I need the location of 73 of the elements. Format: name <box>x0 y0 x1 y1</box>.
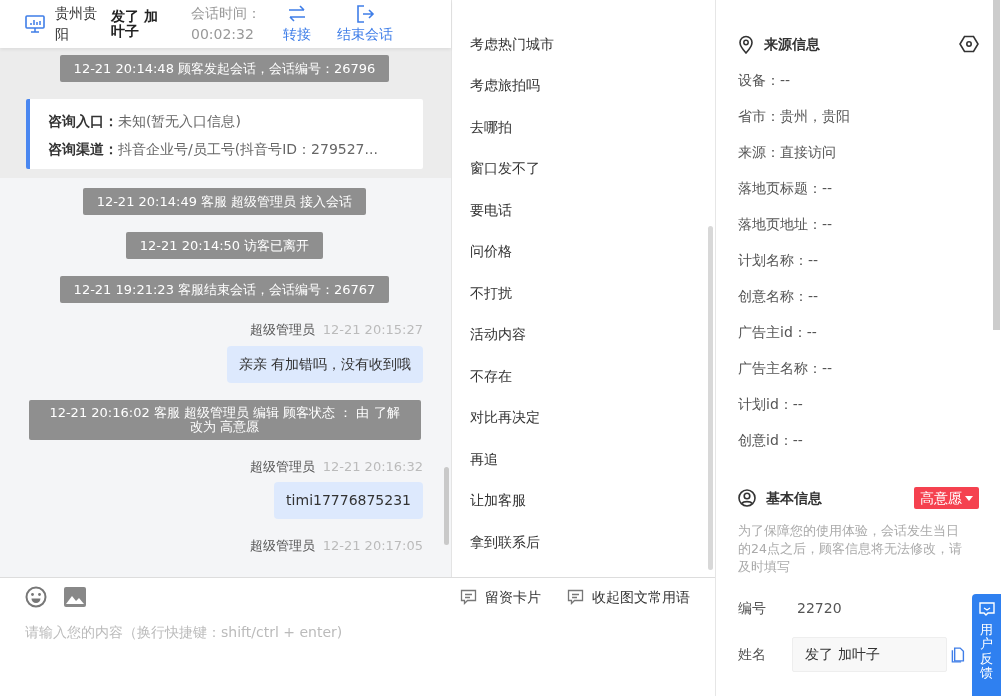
message-bubble: 亲亲 有加错吗，没有收到哦 <box>226 345 423 383</box>
sender-name: 超级管理员 <box>249 538 315 553</box>
customer-name: 发了 加叶子 <box>111 9 159 39</box>
info-field: 落地页标题：-- <box>738 170 965 206</box>
phrase-item[interactable]: 拿到联系后 <box>452 521 540 563</box>
chat-icon <box>978 602 995 617</box>
info-field: 广告主名称：-- <box>738 350 965 386</box>
scrollbar-thumb[interactable] <box>708 226 713 570</box>
info-field: 创意名称：-- <box>738 278 965 314</box>
phrase-item[interactable]: 问价格 <box>452 230 512 272</box>
field-value: 22720 <box>797 599 842 618</box>
transfer-button[interactable]: 转接 <box>283 4 311 44</box>
exit-icon <box>355 4 375 24</box>
phrase-item[interactable]: 去哪拍 <box>452 106 512 148</box>
image-icon[interactable] <box>64 587 86 607</box>
phrase-item[interactable]: 对比再决定 <box>452 396 540 438</box>
copy-icon[interactable] <box>951 646 965 663</box>
message-time: 12-21 20:17:05 <box>322 538 423 553</box>
message-input[interactable]: 请输入您的内容（换行快捷键：shift/ctrl + enter) <box>25 622 690 643</box>
region-text: 贵州贵阳 <box>55 4 98 44</box>
message-time: 12-21 20:15:27 <box>322 322 423 337</box>
system-notice: 12-21 20:14:49 客服 超级管理员 接入会话 <box>82 188 367 215</box>
phrase-item[interactable]: 再追 <box>452 438 498 480</box>
system-notice: 12-21 20:16:02 客服 超级管理员 编辑 顾客状态 ： 由 了解改为 高意愿 <box>28 399 421 440</box>
quick-action-button[interactable]: 留资卡片 <box>460 586 541 608</box>
info-field: 计划id：-- <box>738 386 965 422</box>
phrase-item[interactable]: 不打扰 <box>452 272 512 314</box>
monitor-icon <box>25 15 45 33</box>
info-field: 计划名称：-- <box>738 242 965 278</box>
quick-action-button[interactable]: 收起图文常用语 <box>567 586 690 608</box>
phrase-item[interactable]: 活动内容 <box>452 313 526 355</box>
system-notice: 12-21 20:14:48 顾客发起会话，会话编号：26796 <box>59 55 390 82</box>
info-field: 来源：直接访问 <box>738 134 965 170</box>
section-title: 基本信息 <box>766 488 822 508</box>
system-notice: 12-21 19:21:23 客服结束会话，会话编号：26767 <box>59 276 390 303</box>
phrase-item[interactable]: 考虑旅拍吗 <box>452 64 540 106</box>
phrase-item[interactable]: 要电话 <box>452 189 512 231</box>
field-label: 编号 <box>738 599 767 618</box>
entry-info-line: 咨询渠道：抖音企业号/员工号(抖音号ID：279527... <box>48 140 379 159</box>
end-session-button[interactable]: 结束会话 <box>337 4 393 44</box>
name-input[interactable]: 发了 加叶子 <box>792 637 948 672</box>
info-field: 广告主id：-- <box>738 314 965 350</box>
phrase-item[interactable]: 不存在 <box>452 355 512 397</box>
caret-icon <box>965 495 973 501</box>
scrollbar-thumb[interactable] <box>993 0 1000 330</box>
message-icon <box>567 588 584 606</box>
section-title: 来源信息 <box>764 34 820 54</box>
info-field: 省市：贵州，贵阳 <box>738 98 965 134</box>
hint-text: 为了保障您的使用体验，会话发生当日的24点之后，顾客信息将无法修改，请及时填写 <box>738 522 963 576</box>
duration-label: 会话时间： <box>191 4 262 23</box>
phrase-item[interactable]: 考虑热门城市 <box>452 23 554 65</box>
system-notice: 12-21 20:14:50 访客已离开 <box>125 232 324 259</box>
status-dropdown[interactable]: 高意愿 <box>914 487 979 509</box>
sender-name: 超级管理员 <box>249 458 315 474</box>
info-field: 设备：-- <box>738 62 965 98</box>
emoji-icon[interactable] <box>25 586 47 608</box>
duration-value: 00:02:32 <box>191 25 255 44</box>
message-time: 12-21 20:16:32 <box>322 458 423 474</box>
swap-arrows-icon <box>287 4 307 24</box>
settings-icon[interactable] <box>959 35 979 53</box>
sender-name: 超级管理员 <box>249 322 315 337</box>
phrase-item[interactable]: 让加客服 <box>452 479 526 521</box>
user-circle-icon <box>738 489 756 507</box>
phrase-item[interactable]: 窗口发不了 <box>452 147 540 189</box>
field-label: 姓名 <box>738 645 767 664</box>
info-field: 落地页地址：-- <box>738 206 965 242</box>
message-bubble: timi17776875231 <box>274 482 423 519</box>
info-field: 创意id：-- <box>738 422 965 458</box>
message-icon <box>460 588 477 606</box>
feedback-button[interactable]: 用户反馈 <box>972 594 1001 696</box>
scrollbar-thumb[interactable] <box>444 467 449 545</box>
entry-info-line: 咨询入口：未知(暂无入口信息) <box>48 112 242 131</box>
location-pin-icon <box>738 34 754 54</box>
